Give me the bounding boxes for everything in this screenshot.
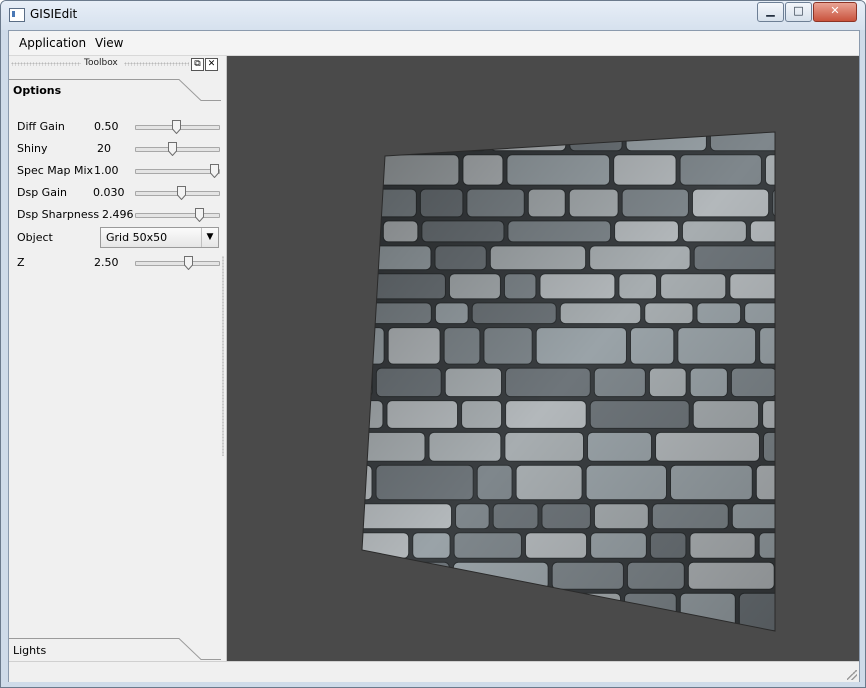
param-label: Dsp Sharpness [17,208,100,221]
stone-block [772,188,775,218]
toolbox-panel: Toolbox ⧉ ✕ Options Diff Gain 0.50 Shiny [9,56,227,661]
stone-block [783,122,859,151]
resize-grip-icon[interactable] [847,670,857,680]
minimize-button[interactable]: ▁ [757,2,784,22]
slider-handle-icon[interactable] [177,186,186,200]
stone-block [785,246,858,270]
stone-block [786,303,857,324]
object-select-value: Grid 50x50 [106,231,168,244]
shiny-slider[interactable] [135,142,220,156]
param-row-object: Object Grid 50x50 ▼ [17,227,219,248]
stone-block [499,592,542,631]
stone-block [780,368,813,397]
stone-block [391,635,432,661]
slider-handle-icon[interactable] [168,142,177,156]
stone-block [300,593,360,631]
stone-wall-render [300,122,859,661]
param-value: 0.50 [94,120,119,133]
param-row-spec-map-mix: Spec Map Mix 1.00 [17,161,220,181]
stone-block [543,635,599,661]
stone-block [362,132,378,152]
tab-options[interactable]: Options [9,79,221,101]
stone-block [362,220,380,243]
render-viewport[interactable] [227,56,859,661]
stone-block [724,635,817,661]
spec-map-mix-slider[interactable] [135,164,220,178]
stone-block [762,400,775,429]
stone-block [449,132,488,152]
slider-handle-icon[interactable] [172,120,181,134]
slider-handle-icon[interactable] [195,208,204,222]
diff-gain-slider[interactable] [135,120,220,134]
dsp-sharpness-slider[interactable] [135,208,220,222]
main-area: Application View Toolbox ⧉ ✕ Options Dif… [8,30,860,682]
stone-block [362,561,406,590]
stone-block [312,274,359,299]
menu-view[interactable]: View [95,36,123,50]
tab-lights[interactable]: Lights [9,638,221,660]
tab-options-outline [9,79,221,101]
param-label: Diff Gain [17,120,65,133]
stone-block [679,635,719,661]
z-slider[interactable] [135,256,220,270]
param-row-dsp-gain: Dsp Gain 0.030 [17,183,220,203]
float-icon[interactable]: ⧉ [191,58,204,71]
stone-block [362,464,373,501]
slider-handle-icon[interactable] [210,164,219,178]
dock-close-icon[interactable]: ✕ [205,58,218,71]
chevron-down-icon[interactable]: ▼ [201,228,218,247]
slider-handle-icon[interactable] [184,256,193,270]
stone-block [435,635,538,661]
menu-application[interactable]: Application [19,36,86,50]
param-row-z: Z 2.50 [17,253,220,273]
param-row-diff-gain: Diff Gain 0.50 [17,117,220,137]
param-value: 2.496 [102,208,134,221]
z-value: 2.50 [94,256,119,269]
toolbox-title: Toolbox [84,58,118,68]
stone-block [309,155,353,185]
grip-left-icon [11,62,81,66]
maximize-button[interactable]: □ [785,2,812,22]
object-select[interactable]: Grid 50x50 ▼ [100,227,219,248]
tab-lights-outline [9,638,221,660]
param-value: 20 [97,142,111,155]
toolbox-title-bar[interactable]: Toolbox ⧉ ✕ [9,56,226,71]
app-icon [9,8,25,22]
param-row-dsp-sharpness: Dsp Sharpness 2.496 [17,205,220,225]
menu-bar: Application View [9,31,859,56]
stone-block [362,367,373,398]
app-window: GISIEdit ▁ □ ✕ Application View Toolbox … [0,0,866,688]
stone-block [363,592,456,631]
status-bar [9,661,859,682]
splitter-handle[interactable] [222,256,224,456]
dsp-gain-slider[interactable] [135,186,220,200]
param-value: 0.030 [93,186,125,199]
stone-block [458,592,497,631]
param-label: Dsp Gain [17,186,67,199]
stone-block [778,562,826,589]
param-label: Shiny [17,142,48,155]
stone-block [380,132,447,152]
param-value: 1.00 [94,164,119,177]
stone-block [335,635,387,661]
stone-block [603,635,676,661]
object-label: Object [17,231,53,244]
title-bar[interactable]: GISIEdit ▁ □ ✕ [1,1,865,30]
param-row-shiny: Shiny 20 [17,139,220,159]
param-label: Spec Map Mix [17,164,94,177]
grip-right-icon [124,62,189,66]
z-label: Z [17,256,25,269]
window-title: GISIEdit [30,7,78,21]
close-button[interactable]: ✕ [813,2,857,22]
